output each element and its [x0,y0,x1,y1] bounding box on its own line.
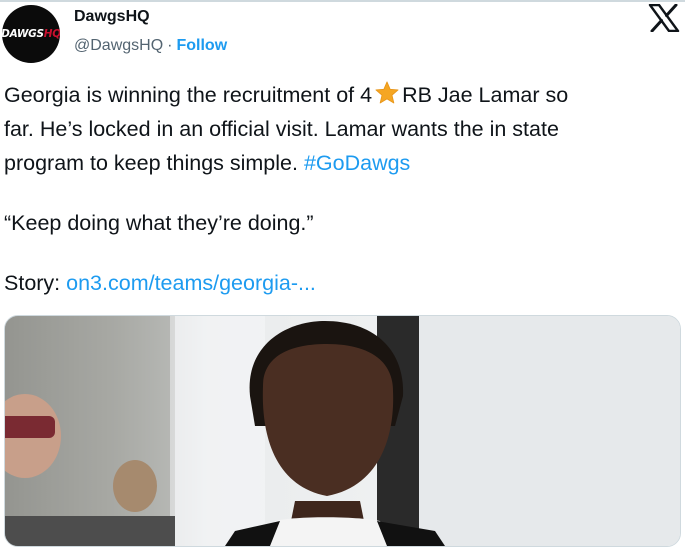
photo-subject-face [262,344,394,496]
avatar-logo-white: DAWGS [2,28,44,40]
tweet-text-segment: program to keep things simple. [4,151,304,175]
story-link[interactable]: on3.com/teams/georgia-... [66,271,316,295]
tweet-story-line: Story: on3.com/teams/georgia-... [4,266,684,300]
follow-button[interactable]: Follow [176,37,227,54]
display-name[interactable]: DawgsHQ [74,8,150,26]
avatar-logo-red: HQ [43,28,60,40]
photo-bg-person-1-cap [5,416,55,438]
account-meta: @DawgsHQ · Follow [74,37,227,55]
tweet-text: Georgia is winning the recruitment of 4 R… [4,78,684,300]
photo-subject-shirt [260,517,395,546]
avatar-logo: DAWGSHQ [2,28,60,40]
star-emoji-icon [375,81,399,104]
x-logo-icon[interactable] [648,4,680,32]
hashtag-link[interactable]: #GoDawgs [304,151,410,175]
avatar[interactable]: DAWGSHQ [2,5,60,63]
handle[interactable]: @DawgsHQ [74,37,163,54]
photo-bg-person-2 [113,460,157,512]
photo-bg-crowd [5,516,175,546]
tweet-text-segment: Georgia is winning the recruitment of 4 [4,83,373,107]
photo-background-window [175,316,265,546]
photo-illustration [5,316,680,546]
tweet-line-1: Georgia is winning the recruitment of 4 R… [4,78,684,112]
photo-background-right [419,316,680,546]
tweet-media-photo[interactable] [4,315,681,547]
tweet-line-2: far. He’s locked in an official visit. L… [4,117,559,141]
meta-separator: · [167,37,173,54]
tweet-line-3: program to keep things simple. #GoDawgs [4,146,684,180]
tweet-quote: “Keep doing what they’re doing.” [4,211,314,235]
top-divider [0,0,685,2]
story-label: Story: [4,271,67,295]
tweet-text-segment: RB Jae Lamar so [402,83,569,107]
